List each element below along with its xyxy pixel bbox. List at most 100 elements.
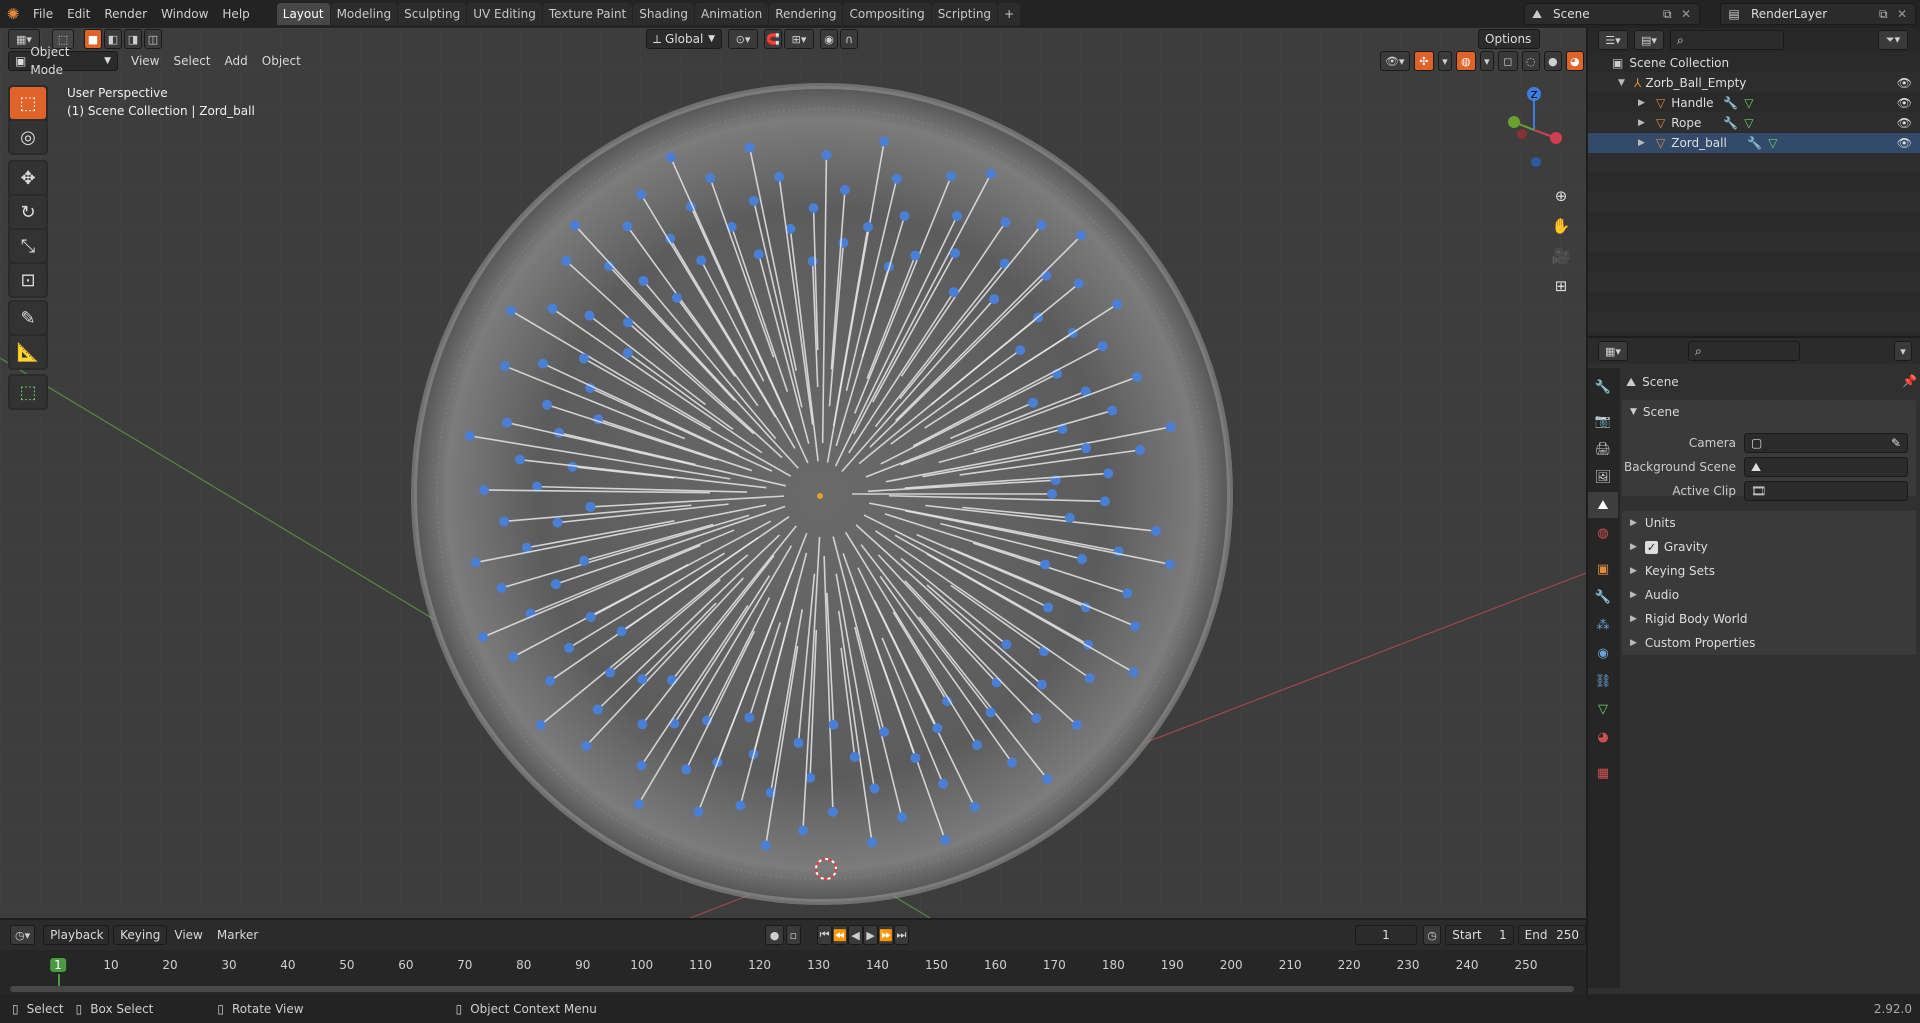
- data-tab-icon[interactable]: ▽: [1588, 696, 1618, 722]
- mesh-data-icon[interactable]: ▽: [1768, 136, 1777, 150]
- menu-select[interactable]: Select: [166, 54, 217, 68]
- tab-uv-editing[interactable]: UV Editing: [467, 3, 542, 25]
- particles-tab-icon[interactable]: ⁂: [1588, 612, 1618, 638]
- modifier-wrench-icon[interactable]: 🔧: [1747, 136, 1762, 150]
- cursor-tool[interactable]: ◎: [10, 121, 46, 153]
- visibility-dropdown[interactable]: 👁▾: [1379, 51, 1410, 71]
- wireframe-shading-icon[interactable]: ◌: [1521, 51, 1540, 71]
- outliner-editor-type[interactable]: ☰▾: [1598, 30, 1628, 50]
- transform-tool[interactable]: ⊡: [10, 264, 46, 296]
- tab-animation[interactable]: Animation: [695, 3, 769, 25]
- display-mode-dropdown[interactable]: ▤▾: [1634, 30, 1664, 50]
- modifier-wrench-icon[interactable]: 🔧: [1723, 116, 1738, 130]
- add-cube-tool[interactable]: ⬚: [10, 376, 46, 408]
- tab-compositing[interactable]: Compositing: [843, 3, 931, 25]
- keying-dropdown[interactable]: Keying: [113, 925, 168, 945]
- options-dropdown[interactable]: Options: [1478, 29, 1540, 49]
- pin-icon[interactable]: 📌: [1902, 374, 1917, 388]
- section-keying-sets[interactable]: ▶ Keying Sets: [1622, 559, 1916, 583]
- view-layer-selector[interactable]: ▤ RenderLayer ⧉ ✕: [1720, 3, 1916, 25]
- overlay-dropdown[interactable]: ▾: [1479, 51, 1494, 71]
- object-tab-icon[interactable]: ▣: [1588, 556, 1618, 582]
- tab-rendering[interactable]: Rendering: [769, 3, 843, 25]
- proportional-falloff-icon[interactable]: ∩: [840, 29, 858, 49]
- outliner-item-zord-ball[interactable]: ▶ ▽ Zord_ball 🔧 ▽ 👁: [1588, 133, 1920, 153]
- ortho-grid-icon[interactable]: ⊞: [1547, 272, 1575, 300]
- constraints-tab-icon[interactable]: ⛓: [1588, 668, 1618, 694]
- play-reverse-icon[interactable]: ◀: [847, 925, 864, 945]
- camera-field[interactable]: ▢ ✎: [1744, 433, 1908, 453]
- menu-window[interactable]: Window: [154, 4, 215, 24]
- rotate-tool[interactable]: ↻: [10, 196, 46, 228]
- material-preview-icon[interactable]: ◕: [1565, 51, 1584, 71]
- menu-file[interactable]: File: [26, 4, 60, 24]
- scene-panel-header[interactable]: ▼ Scene: [1622, 400, 1916, 424]
- section-rigid-body-world[interactable]: ▶ Rigid Body World: [1622, 607, 1916, 631]
- world-tab-icon[interactable]: ◍: [1588, 520, 1618, 546]
- outliner-item-handle[interactable]: ▶ ▽ Handle 🔧 ▽ 👁: [1588, 93, 1920, 113]
- snap-target-dropdown[interactable]: ⊞▾: [784, 29, 814, 49]
- timeline-menu-view[interactable]: View: [167, 928, 209, 942]
- expand-arrow-icon[interactable]: ▶: [1638, 98, 1650, 108]
- jump-end-icon[interactable]: ⏭: [893, 925, 910, 945]
- tab-layout[interactable]: Layout: [276, 3, 330, 25]
- select-intersect-icon[interactable]: ◫: [144, 29, 162, 49]
- properties-editor-type[interactable]: ▦▾: [1598, 341, 1628, 361]
- annotate-tool[interactable]: ✎: [10, 302, 46, 334]
- play-icon[interactable]: ▶: [863, 925, 879, 945]
- current-frame-field[interactable]: 1: [1355, 925, 1417, 945]
- properties-search[interactable]: ⌕: [1688, 341, 1800, 361]
- expand-arrow-icon[interactable]: ▼: [1618, 78, 1630, 88]
- playback-dropdown[interactable]: Playback: [43, 925, 110, 945]
- visibility-eye-icon[interactable]: 👁: [1897, 76, 1912, 90]
- tool-tab-icon[interactable]: 🔧: [1588, 374, 1618, 400]
- menu-object[interactable]: Object: [255, 54, 308, 68]
- delete-view-layer-icon[interactable]: ✕: [1897, 7, 1915, 21]
- outliner-item-rope[interactable]: ▶ ▽ Rope 🔧 ▽ 👁: [1588, 113, 1920, 133]
- tab-modeling[interactable]: Modeling: [330, 3, 398, 25]
- end-frame-field[interactable]: End 250: [1517, 925, 1586, 945]
- active-clip-field[interactable]: 🎞: [1744, 481, 1908, 501]
- measure-tool[interactable]: 📐: [10, 336, 46, 368]
- scene-collection-row[interactable]: ▣ Scene Collection: [1588, 53, 1920, 73]
- mesh-data-icon[interactable]: ▽: [1744, 96, 1753, 110]
- menu-edit[interactable]: Edit: [60, 4, 97, 24]
- background-scene-field[interactable]: ⛰: [1744, 457, 1908, 477]
- filter-icon[interactable]: ⏷▾: [1878, 30, 1908, 50]
- timeline-scrollbar[interactable]: [10, 986, 1574, 992]
- tab-texture-paint[interactable]: Texture Paint: [542, 3, 633, 25]
- gravity-checkbox[interactable]: ✓: [1644, 540, 1658, 554]
- prev-keyframe-icon[interactable]: ⏪: [832, 925, 848, 945]
- menu-render[interactable]: Render: [97, 4, 154, 24]
- auto-key-options[interactable]: ▫: [785, 925, 801, 945]
- properties-options-dropdown[interactable]: ▾: [1894, 341, 1912, 361]
- physics-tab-icon[interactable]: ◉: [1588, 640, 1618, 666]
- tab-scripting[interactable]: Scripting: [931, 3, 998, 25]
- scene-tab-icon[interactable]: ⛰: [1588, 492, 1618, 518]
- modifier-wrench-icon[interactable]: 🔧: [1723, 96, 1738, 110]
- delete-scene-icon[interactable]: ✕: [1681, 7, 1699, 21]
- navigation-gizmo[interactable]: Z: [1496, 86, 1576, 176]
- outliner-item-zorb-ball-empty[interactable]: ▼ ⅄ Zorb_Ball_Empty 👁: [1588, 73, 1920, 93]
- pivot-point-dropdown[interactable]: ⊙▾: [728, 29, 758, 49]
- pan-hand-icon[interactable]: ✋: [1547, 212, 1575, 240]
- solid-shading-icon[interactable]: ●: [1543, 51, 1562, 71]
- section-audio[interactable]: ▶ Audio: [1622, 583, 1916, 607]
- visibility-eye-icon[interactable]: 👁: [1897, 116, 1912, 130]
- section-custom-properties[interactable]: ▶ Custom Properties: [1622, 631, 1916, 655]
- blender-logo-icon[interactable]: ✺: [0, 0, 26, 28]
- outliner-search[interactable]: ⌕: [1670, 30, 1784, 50]
- timeline-editor-type[interactable]: ◷▾: [10, 925, 36, 945]
- render-tab-icon[interactable]: 📷: [1588, 408, 1618, 434]
- material-tab-icon[interactable]: ◕: [1588, 724, 1618, 750]
- output-tab-icon[interactable]: 🖨: [1588, 436, 1618, 462]
- timeline-menu-marker[interactable]: Marker: [210, 928, 265, 942]
- mesh-data-icon[interactable]: ▽: [1744, 116, 1753, 130]
- menu-view[interactable]: View: [124, 54, 166, 68]
- texture-tab-icon[interactable]: ▦: [1588, 760, 1618, 786]
- tab-shading[interactable]: Shading: [633, 3, 694, 25]
- preview-range-icon[interactable]: ◷: [1422, 925, 1442, 945]
- overlay-toggle[interactable]: ◍: [1455, 51, 1476, 71]
- scene-selector[interactable]: ⛰ Scene ⧉ ✕: [1524, 3, 1700, 25]
- new-scene-icon[interactable]: ⧉: [1663, 7, 1681, 22]
